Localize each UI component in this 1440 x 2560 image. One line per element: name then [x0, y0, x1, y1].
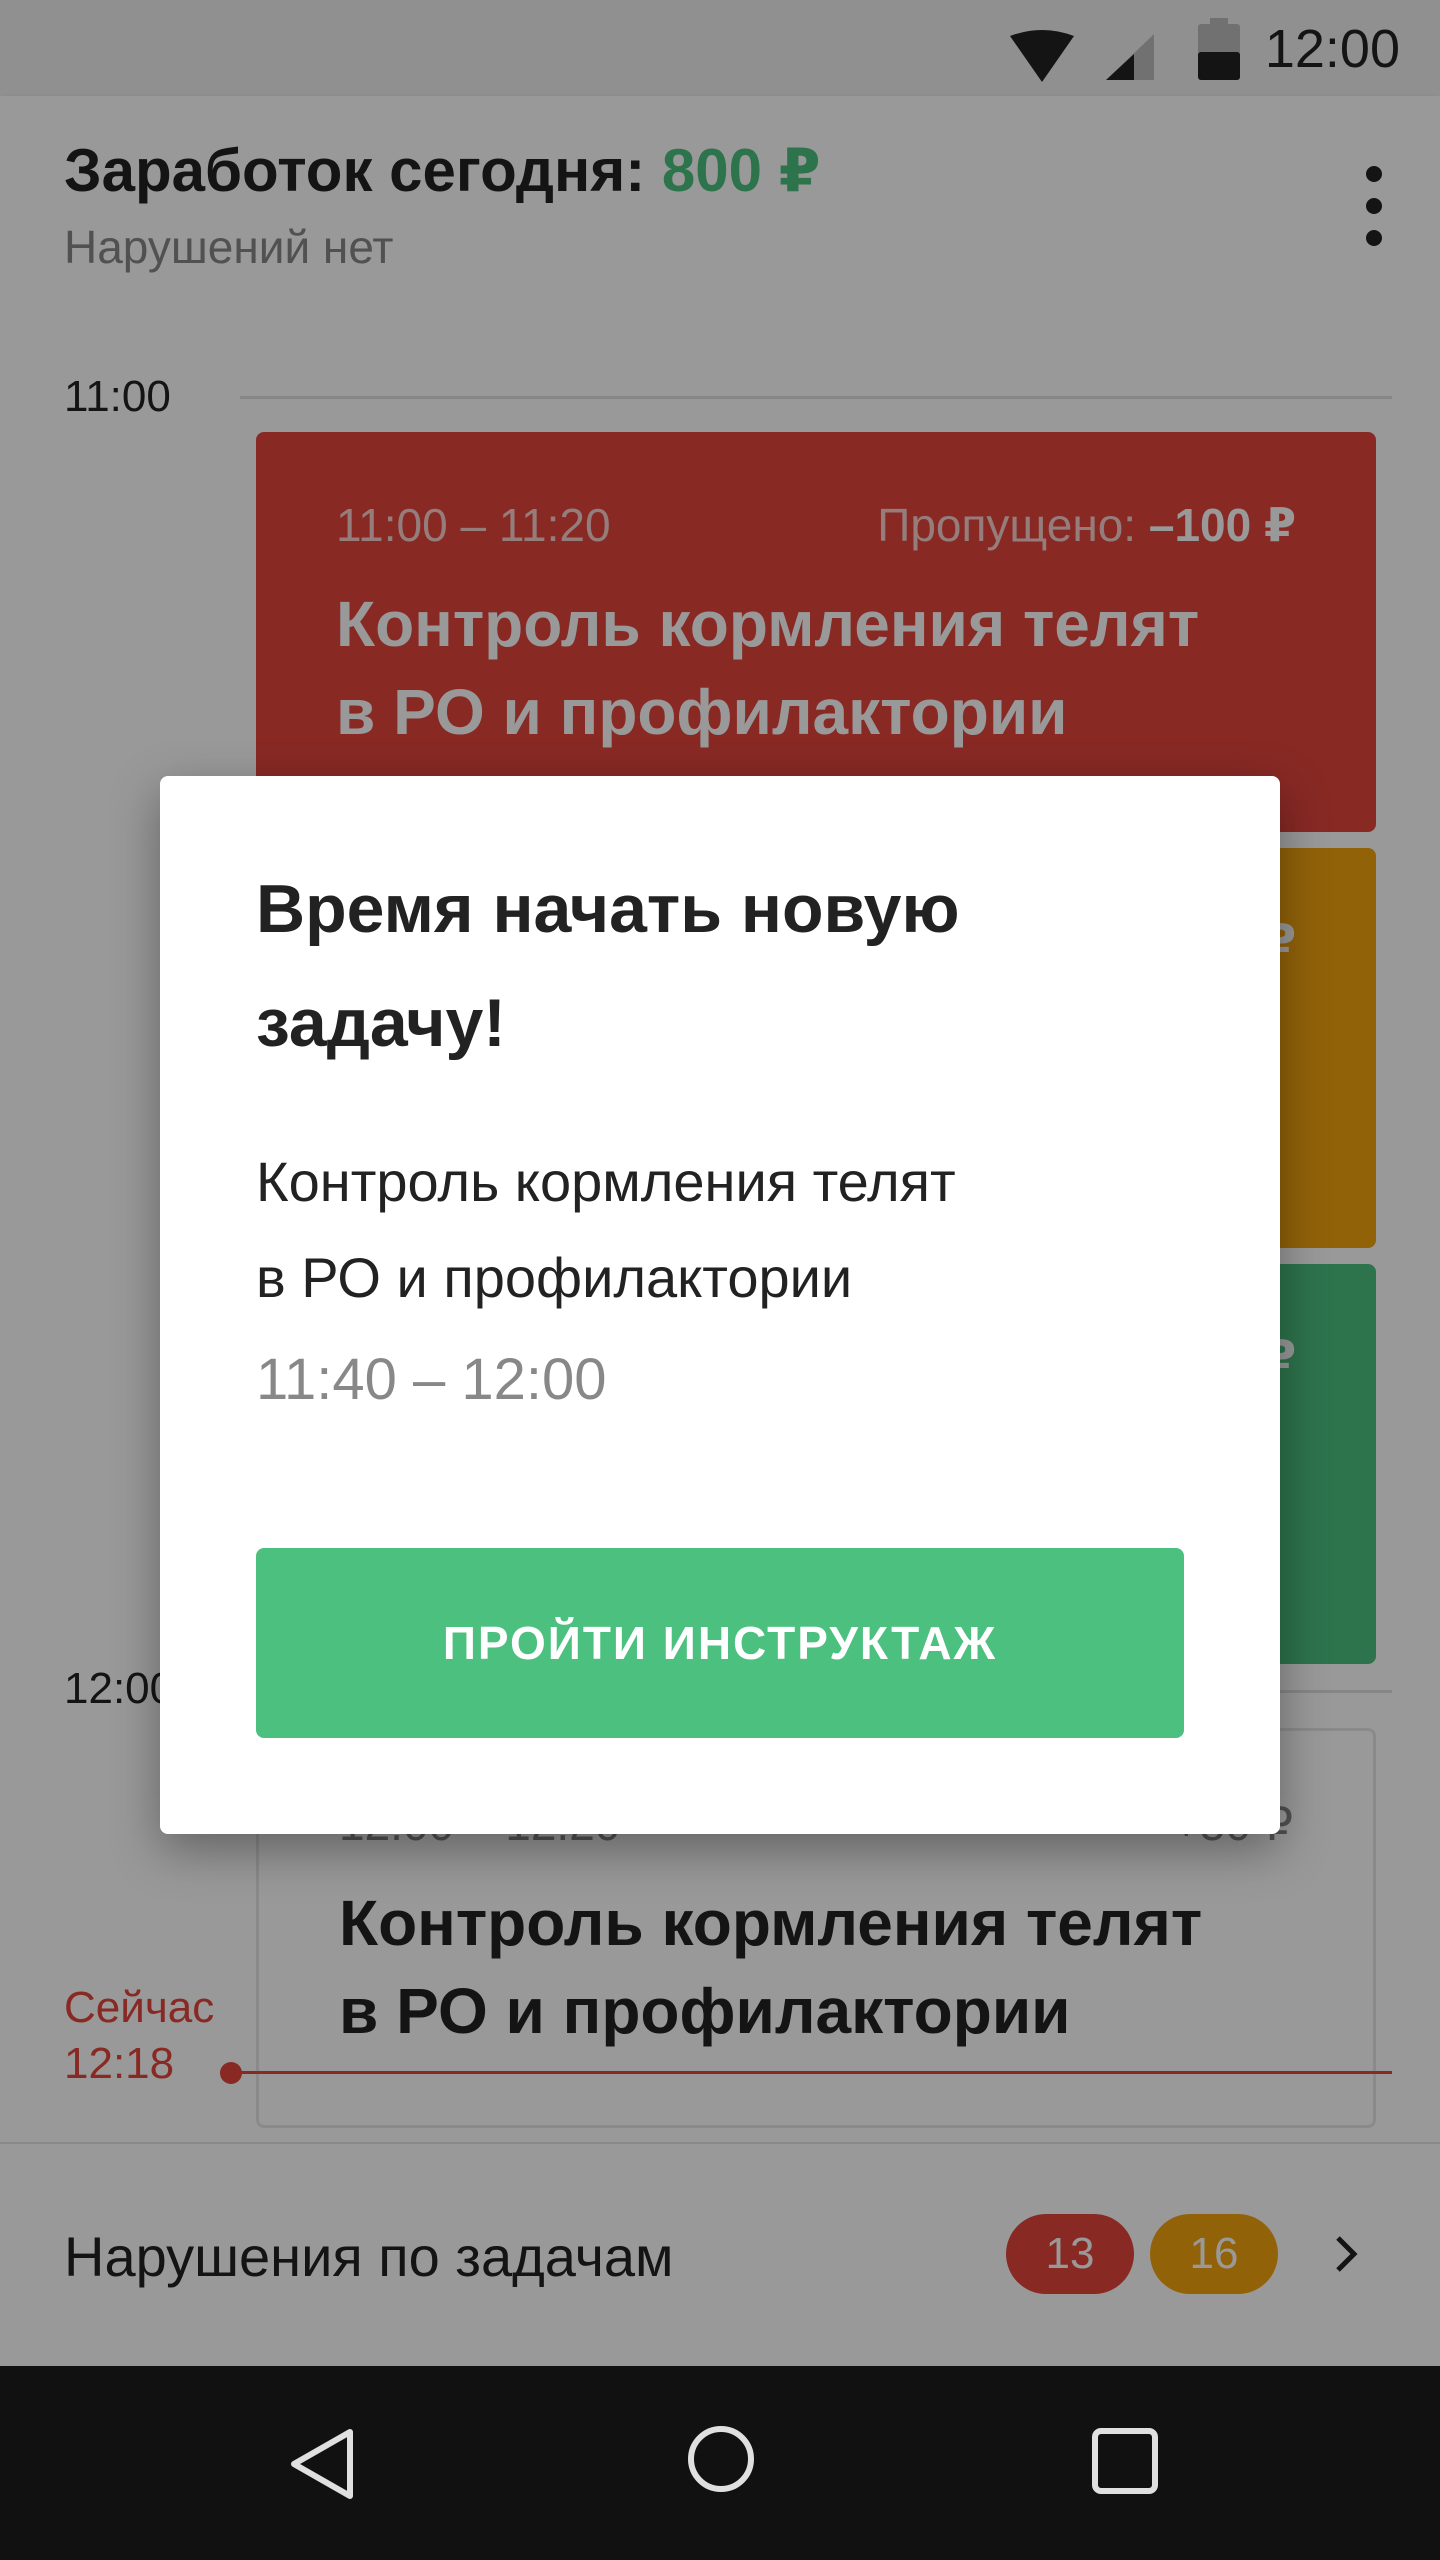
dialog-task-name: Контроль кормления телят в РО и профилак… [256, 1150, 956, 1309]
dialog-task-time: 11:40 – 12:00 [256, 1347, 607, 1412]
dialog-title: Время начать новую задачу! [256, 871, 960, 1061]
recent-apps-icon[interactable] [1090, 2426, 1160, 2496]
start-briefing-button[interactable]: ПРОЙТИ ИНСТРУКТАЖ [256, 1548, 1184, 1738]
system-nav-bar [0, 2366, 1440, 2560]
home-icon[interactable] [686, 2424, 756, 2494]
back-icon[interactable] [286, 2426, 358, 2502]
new-task-dialog: Время начать новую задачу! Контроль корм… [160, 776, 1280, 1834]
